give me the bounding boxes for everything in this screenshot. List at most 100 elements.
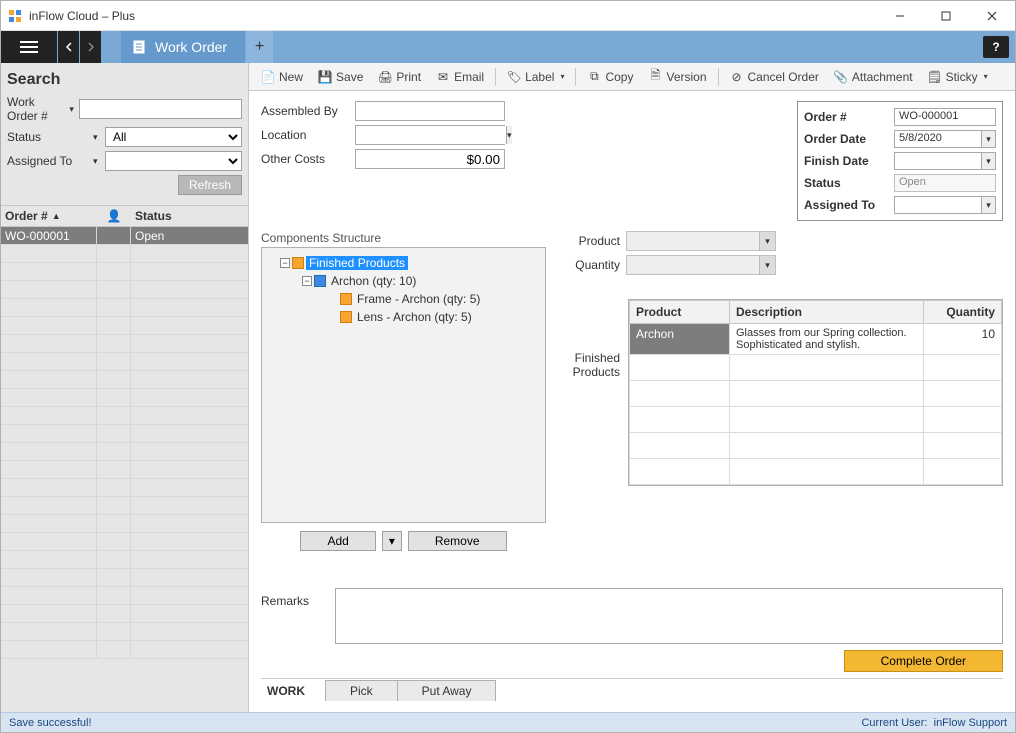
cancel-icon: ⊘ (730, 70, 744, 84)
finished-products-table[interactable]: Product Description Quantity Archon Glas… (628, 299, 1003, 486)
results-row-empty (1, 479, 248, 497)
filter-work-order-menu-icon[interactable]: ▾ (69, 104, 75, 115)
toolbar-version[interactable]: 🗎Version (642, 68, 712, 86)
summary-finish-date-value[interactable]: ▾ (894, 152, 996, 170)
results-row-assigned (97, 227, 131, 244)
component-icon (340, 293, 352, 305)
tab-put-away[interactable]: Put Away (397, 680, 497, 701)
main-menu-button[interactable] (1, 31, 57, 63)
filter-assigned-menu-icon[interactable]: ▾ (93, 156, 101, 167)
print-icon: 🖨 (378, 70, 392, 84)
help-button[interactable]: ? (983, 36, 1009, 58)
tab-pick[interactable]: Pick (325, 680, 398, 701)
results-row[interactable]: WO-000001 Open (1, 227, 248, 245)
tree-leaf-label: Frame - Archon (qty: 5) (354, 292, 483, 306)
chevron-down-icon: ▾ (984, 72, 988, 81)
chevron-down-icon: ▾ (560, 72, 564, 81)
tree-root-label: Finished Products (306, 256, 408, 270)
filter-status-menu-icon[interactable]: ▾ (93, 132, 101, 143)
quantity-select[interactable]: ▾ (626, 255, 776, 275)
results-row-empty (1, 281, 248, 299)
summary-assigned-value[interactable]: ▾ (894, 196, 996, 214)
results-row-empty (1, 263, 248, 281)
toolbar-email[interactable]: ✉Email (430, 68, 490, 86)
remarks-label: Remarks (261, 588, 325, 644)
fp-row-empty (630, 433, 1002, 459)
results-row-empty (1, 407, 248, 425)
product-select[interactable]: ▾ (626, 231, 776, 251)
components-tree[interactable]: − Finished Products − Archon (qty: 10) (261, 247, 546, 523)
window-title: inFlow Cloud – Plus (29, 9, 135, 23)
chevron-down-icon: ▾ (759, 232, 775, 250)
nav-forward-button[interactable] (79, 31, 101, 63)
order-summary: Order #WO-000001 Order Date5/8/2020▾ Fin… (797, 101, 1003, 221)
results-grid[interactable]: WO-000001 Open (1, 227, 248, 712)
tree-collapse-icon[interactable]: − (280, 258, 290, 268)
tab-label: Work Order (155, 39, 227, 55)
stage-work-label: WORK (261, 684, 325, 698)
order-form: Assembled By Location ▾ Other Costs (261, 101, 783, 221)
column-status[interactable]: Status (131, 209, 248, 223)
fp-row[interactable]: Archon Glasses from our Spring collectio… (630, 324, 1002, 355)
filter-status-select[interactable]: All (105, 127, 242, 147)
location-label: Location (261, 128, 355, 142)
tree-node-leaf[interactable]: Frame - Archon (qty: 5) (266, 290, 541, 308)
toolbar-sticky[interactable]: 🗒Sticky▾ (922, 68, 994, 86)
fp-col-product[interactable]: Product (630, 301, 730, 324)
email-icon: ✉ (436, 70, 450, 84)
current-user-label: Current User: (861, 717, 927, 729)
tree-node-leaf[interactable]: Lens - Archon (qty: 5) (266, 308, 541, 326)
window-minimize-button[interactable] (877, 1, 923, 31)
components-label: Components Structure (261, 231, 546, 245)
fp-row-empty (630, 459, 1002, 485)
window-maximize-button[interactable] (923, 1, 969, 31)
toolbar-new[interactable]: 📄New (255, 68, 309, 86)
toolbar-cancel-order[interactable]: ⊘Cancel Order (724, 68, 825, 86)
other-costs-input[interactable] (355, 149, 505, 169)
stage-tabs: WORK Pick Put Away (261, 678, 1003, 702)
column-order[interactable]: Order # (5, 209, 48, 223)
refresh-button[interactable]: Refresh (178, 175, 242, 195)
column-user-icon[interactable]: 👤 (107, 209, 122, 223)
complete-order-button[interactable]: Complete Order (844, 650, 1003, 672)
toolbar-copy[interactable]: ⧉Copy (581, 68, 639, 86)
window-close-button[interactable] (969, 1, 1015, 31)
version-icon: 🗎 (648, 70, 662, 84)
location-select[interactable]: ▾ (355, 125, 505, 145)
toolbar-label[interactable]: 🏷Label▾ (501, 68, 570, 86)
fp-col-quantity[interactable]: Quantity (924, 301, 1002, 324)
fp-col-description[interactable]: Description (730, 301, 924, 324)
results-row-empty (1, 461, 248, 479)
toolbar-print[interactable]: 🖨Print (372, 68, 427, 86)
toolbar-attachment[interactable]: 📎Attachment (828, 68, 919, 86)
toolbar-save[interactable]: 💾Save (312, 68, 369, 86)
components-structure: Components Structure − Finished Products… (261, 231, 546, 576)
tree-leaf-label: Lens - Archon (qty: 5) (354, 310, 475, 324)
results-row-empty (1, 569, 248, 587)
assembled-by-input[interactable] (355, 101, 505, 121)
new-tab-button[interactable]: + (245, 31, 273, 63)
add-component-button[interactable]: Add (300, 531, 375, 551)
summary-status-value: Open (894, 174, 996, 192)
filter-assigned-select[interactable] (105, 151, 242, 171)
tab-work-order[interactable]: Work Order (121, 31, 245, 63)
results-row-order: WO-000001 (1, 227, 97, 244)
status-bar: Save successful! Current User: inFlow Su… (1, 712, 1015, 732)
nav-back-button[interactable] (57, 31, 79, 63)
summary-order-value[interactable]: WO-000001 (894, 108, 996, 126)
results-row-empty (1, 245, 248, 263)
action-toolbar: 📄New 💾Save 🖨Print ✉Email 🏷Label▾ ⧉Copy 🗎… (249, 63, 1015, 91)
tree-node-root[interactable]: − Finished Products (266, 254, 541, 272)
remove-component-button[interactable]: Remove (408, 531, 507, 551)
summary-order-date-value[interactable]: 5/8/2020▾ (894, 130, 996, 148)
product-icon (314, 275, 326, 287)
summary-finish-date-label: Finish Date (804, 154, 888, 168)
filter-work-order-input[interactable] (79, 99, 242, 119)
results-row-empty (1, 497, 248, 515)
add-component-menu-button[interactable]: ▾ (382, 531, 402, 551)
results-row-empty (1, 371, 248, 389)
remarks-textarea[interactable] (335, 588, 1003, 644)
results-row-empty (1, 335, 248, 353)
tree-node-child[interactable]: − Archon (qty: 10) (266, 272, 541, 290)
tree-collapse-icon[interactable]: − (302, 276, 312, 286)
